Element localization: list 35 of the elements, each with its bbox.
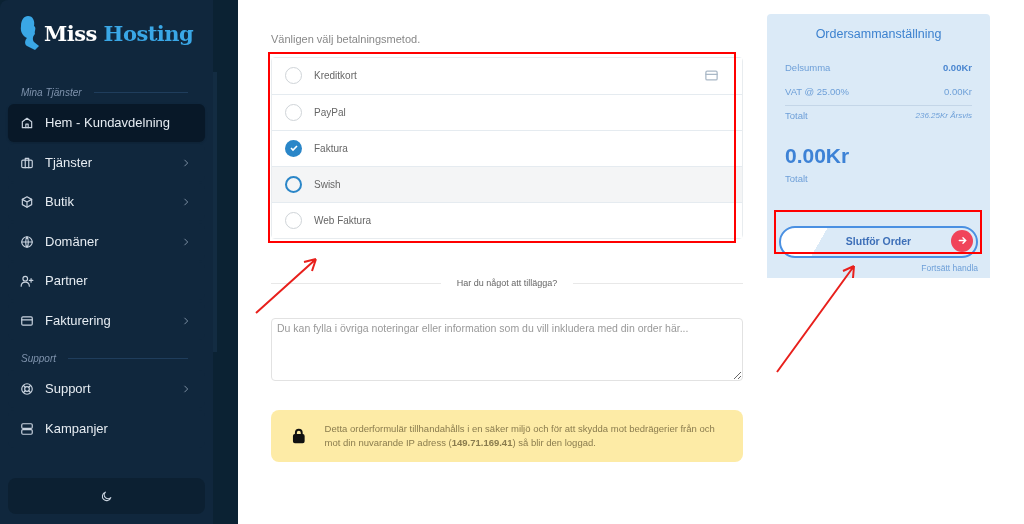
checkout-button[interactable]: Slutför Order [779, 225, 978, 258]
arrow-right-icon [951, 229, 973, 252]
user-plus-icon [20, 274, 34, 288]
summary-value: 0.00Kr [944, 85, 972, 99]
total-amount: 0.00Kr [785, 144, 851, 166]
security-notice-text: Detta orderformulär tillhandahålls i en säker miljö och för att skydda mot bedrägerier från och mot din nuvarande IP adress (149.71.169.41) så blir den loggad. [324, 422, 716, 450]
payment-prompt: Vänligen välj betalningsmetod. [271, 32, 422, 47]
nav-item[interactable]: Hem - Kundavdelning [8, 104, 205, 142]
recurring-total: 236.25Kr Årsvis [915, 110, 972, 123]
notes-heading: Har du något att tillägga? [456, 276, 558, 290]
theme-toggle-button[interactable] [8, 478, 205, 514]
total-caption: Totalt [785, 171, 809, 186]
globe-icon [20, 234, 34, 249]
summary-label: VAT @ 25.00% [785, 85, 850, 99]
lifebuoy-icon [20, 382, 34, 396]
briefcase-icon [20, 155, 34, 170]
cube-icon [20, 195, 34, 209]
radio-button[interactable] [285, 139, 302, 157]
summary-value: 0.00Kr [942, 60, 972, 75]
section-heading: Mina Tjänster [21, 86, 82, 100]
section-heading: Support [21, 352, 57, 366]
radio-button[interactable] [285, 175, 302, 193]
summary-label: Delsumma [785, 60, 831, 75]
moon-icon [100, 489, 113, 503]
arrow [254, 255, 320, 315]
credit-card-icon [20, 313, 34, 328]
checkmark-icon [288, 143, 299, 153]
summary-title: Ordersammanställning [814, 26, 943, 43]
server-icon [20, 421, 34, 436]
notes-field[interactable]: Du kan fylla i övriga noteringar eller information som du vill inkludera med din order här... [271, 318, 743, 381]
payment-option[interactable]: Swish [272, 165, 742, 202]
payment-option[interactable]: Web Faktura [272, 201, 742, 238]
home-icon [20, 116, 34, 130]
summary-label: Totalt [785, 109, 808, 124]
logo-text: Miss Hosting [44, 20, 194, 49]
